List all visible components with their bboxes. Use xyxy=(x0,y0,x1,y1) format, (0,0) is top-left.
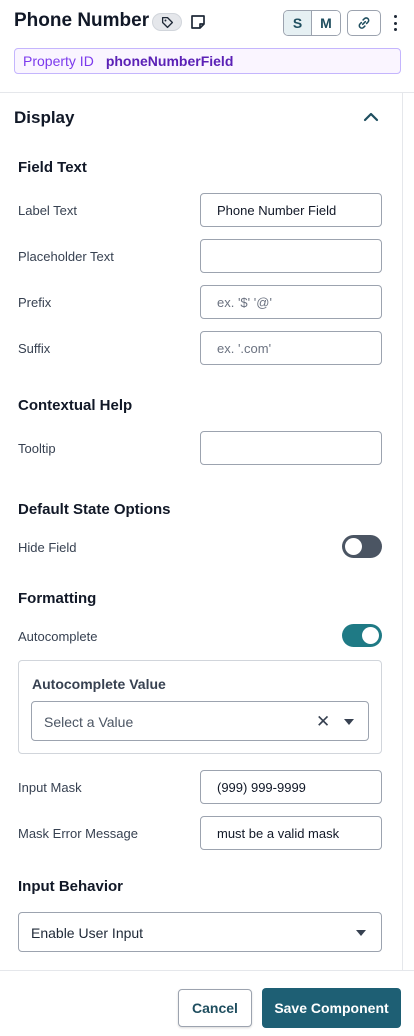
label-text-input[interactable] xyxy=(200,193,382,227)
property-id-value: phoneNumberField xyxy=(105,53,234,69)
tag-icon xyxy=(161,16,173,28)
component-title: Phone Number xyxy=(14,10,150,31)
autocomplete-value-panel: Autocomplete Value Select a Value ✕ xyxy=(18,660,382,754)
note-icon xyxy=(191,15,205,29)
tag-button[interactable] xyxy=(152,13,182,31)
input-mask-input[interactable] xyxy=(200,770,382,804)
mask-error-label: Mask Error Message xyxy=(18,826,138,841)
select-placeholder: Select a Value xyxy=(44,714,134,730)
scrollbar[interactable] xyxy=(402,93,403,970)
link-icon xyxy=(358,17,370,29)
chevron-up-icon[interactable] xyxy=(361,110,381,124)
autocomplete-value-title: Autocomplete Value xyxy=(32,676,166,692)
autocomplete-value-select[interactable]: Select a Value ✕ xyxy=(31,701,369,741)
property-id-badge: Property ID phoneNumberField xyxy=(14,48,401,74)
placeholder-text-label: Placeholder Text xyxy=(18,249,114,264)
autocomplete-toggle[interactable] xyxy=(342,624,382,647)
contextual-help-title: Contextual Help xyxy=(18,397,133,414)
mask-error-input[interactable] xyxy=(200,816,382,850)
clear-icon[interactable]: ✕ xyxy=(316,712,330,732)
input-behavior-select[interactable]: Enable User Input xyxy=(18,912,382,952)
component-header: Phone Number S M Property ID phoneNumber… xyxy=(0,0,414,92)
mode-m-button[interactable]: M xyxy=(312,11,340,35)
autocomplete-label: Autocomplete xyxy=(18,629,98,644)
tooltip-input[interactable] xyxy=(200,431,382,465)
input-behavior-title: Input Behavior xyxy=(18,878,124,895)
default-state-title: Default State Options xyxy=(18,501,171,518)
mode-toggle-group: S M xyxy=(283,10,341,36)
hide-field-label: Hide Field xyxy=(18,540,77,555)
kebab-menu-icon[interactable] xyxy=(389,12,401,34)
prefix-input[interactable] xyxy=(200,285,382,319)
formatting-title: Formatting xyxy=(18,590,97,607)
input-behavior-value: Enable User Input xyxy=(31,925,144,941)
tooltip-label: Tooltip xyxy=(18,441,56,456)
input-mask-label: Input Mask xyxy=(18,780,82,795)
suffix-label: Suffix xyxy=(18,341,51,356)
hide-field-toggle[interactable] xyxy=(342,535,382,558)
property-id-label: Property ID xyxy=(23,53,94,69)
cancel-button[interactable]: Cancel xyxy=(178,989,252,1027)
caret-down-icon[interactable] xyxy=(356,930,366,936)
placeholder-text-input[interactable] xyxy=(200,239,382,273)
toggle-knob xyxy=(345,538,362,555)
mode-s-button[interactable]: S xyxy=(284,11,312,35)
save-component-button[interactable]: Save Component xyxy=(262,988,401,1028)
prefix-label: Prefix xyxy=(18,295,52,310)
note-button[interactable] xyxy=(189,13,207,31)
field-text-title: Field Text xyxy=(18,159,87,176)
display-section-header[interactable]: Display xyxy=(0,93,402,143)
toggle-knob xyxy=(362,627,379,644)
footer-bar: Cancel Save Component xyxy=(0,970,414,1036)
caret-down-icon[interactable] xyxy=(344,719,354,725)
link-button[interactable] xyxy=(347,10,381,36)
label-text-label: Label Text xyxy=(18,203,78,218)
suffix-input[interactable] xyxy=(200,331,382,365)
section-title: Display xyxy=(14,108,75,127)
